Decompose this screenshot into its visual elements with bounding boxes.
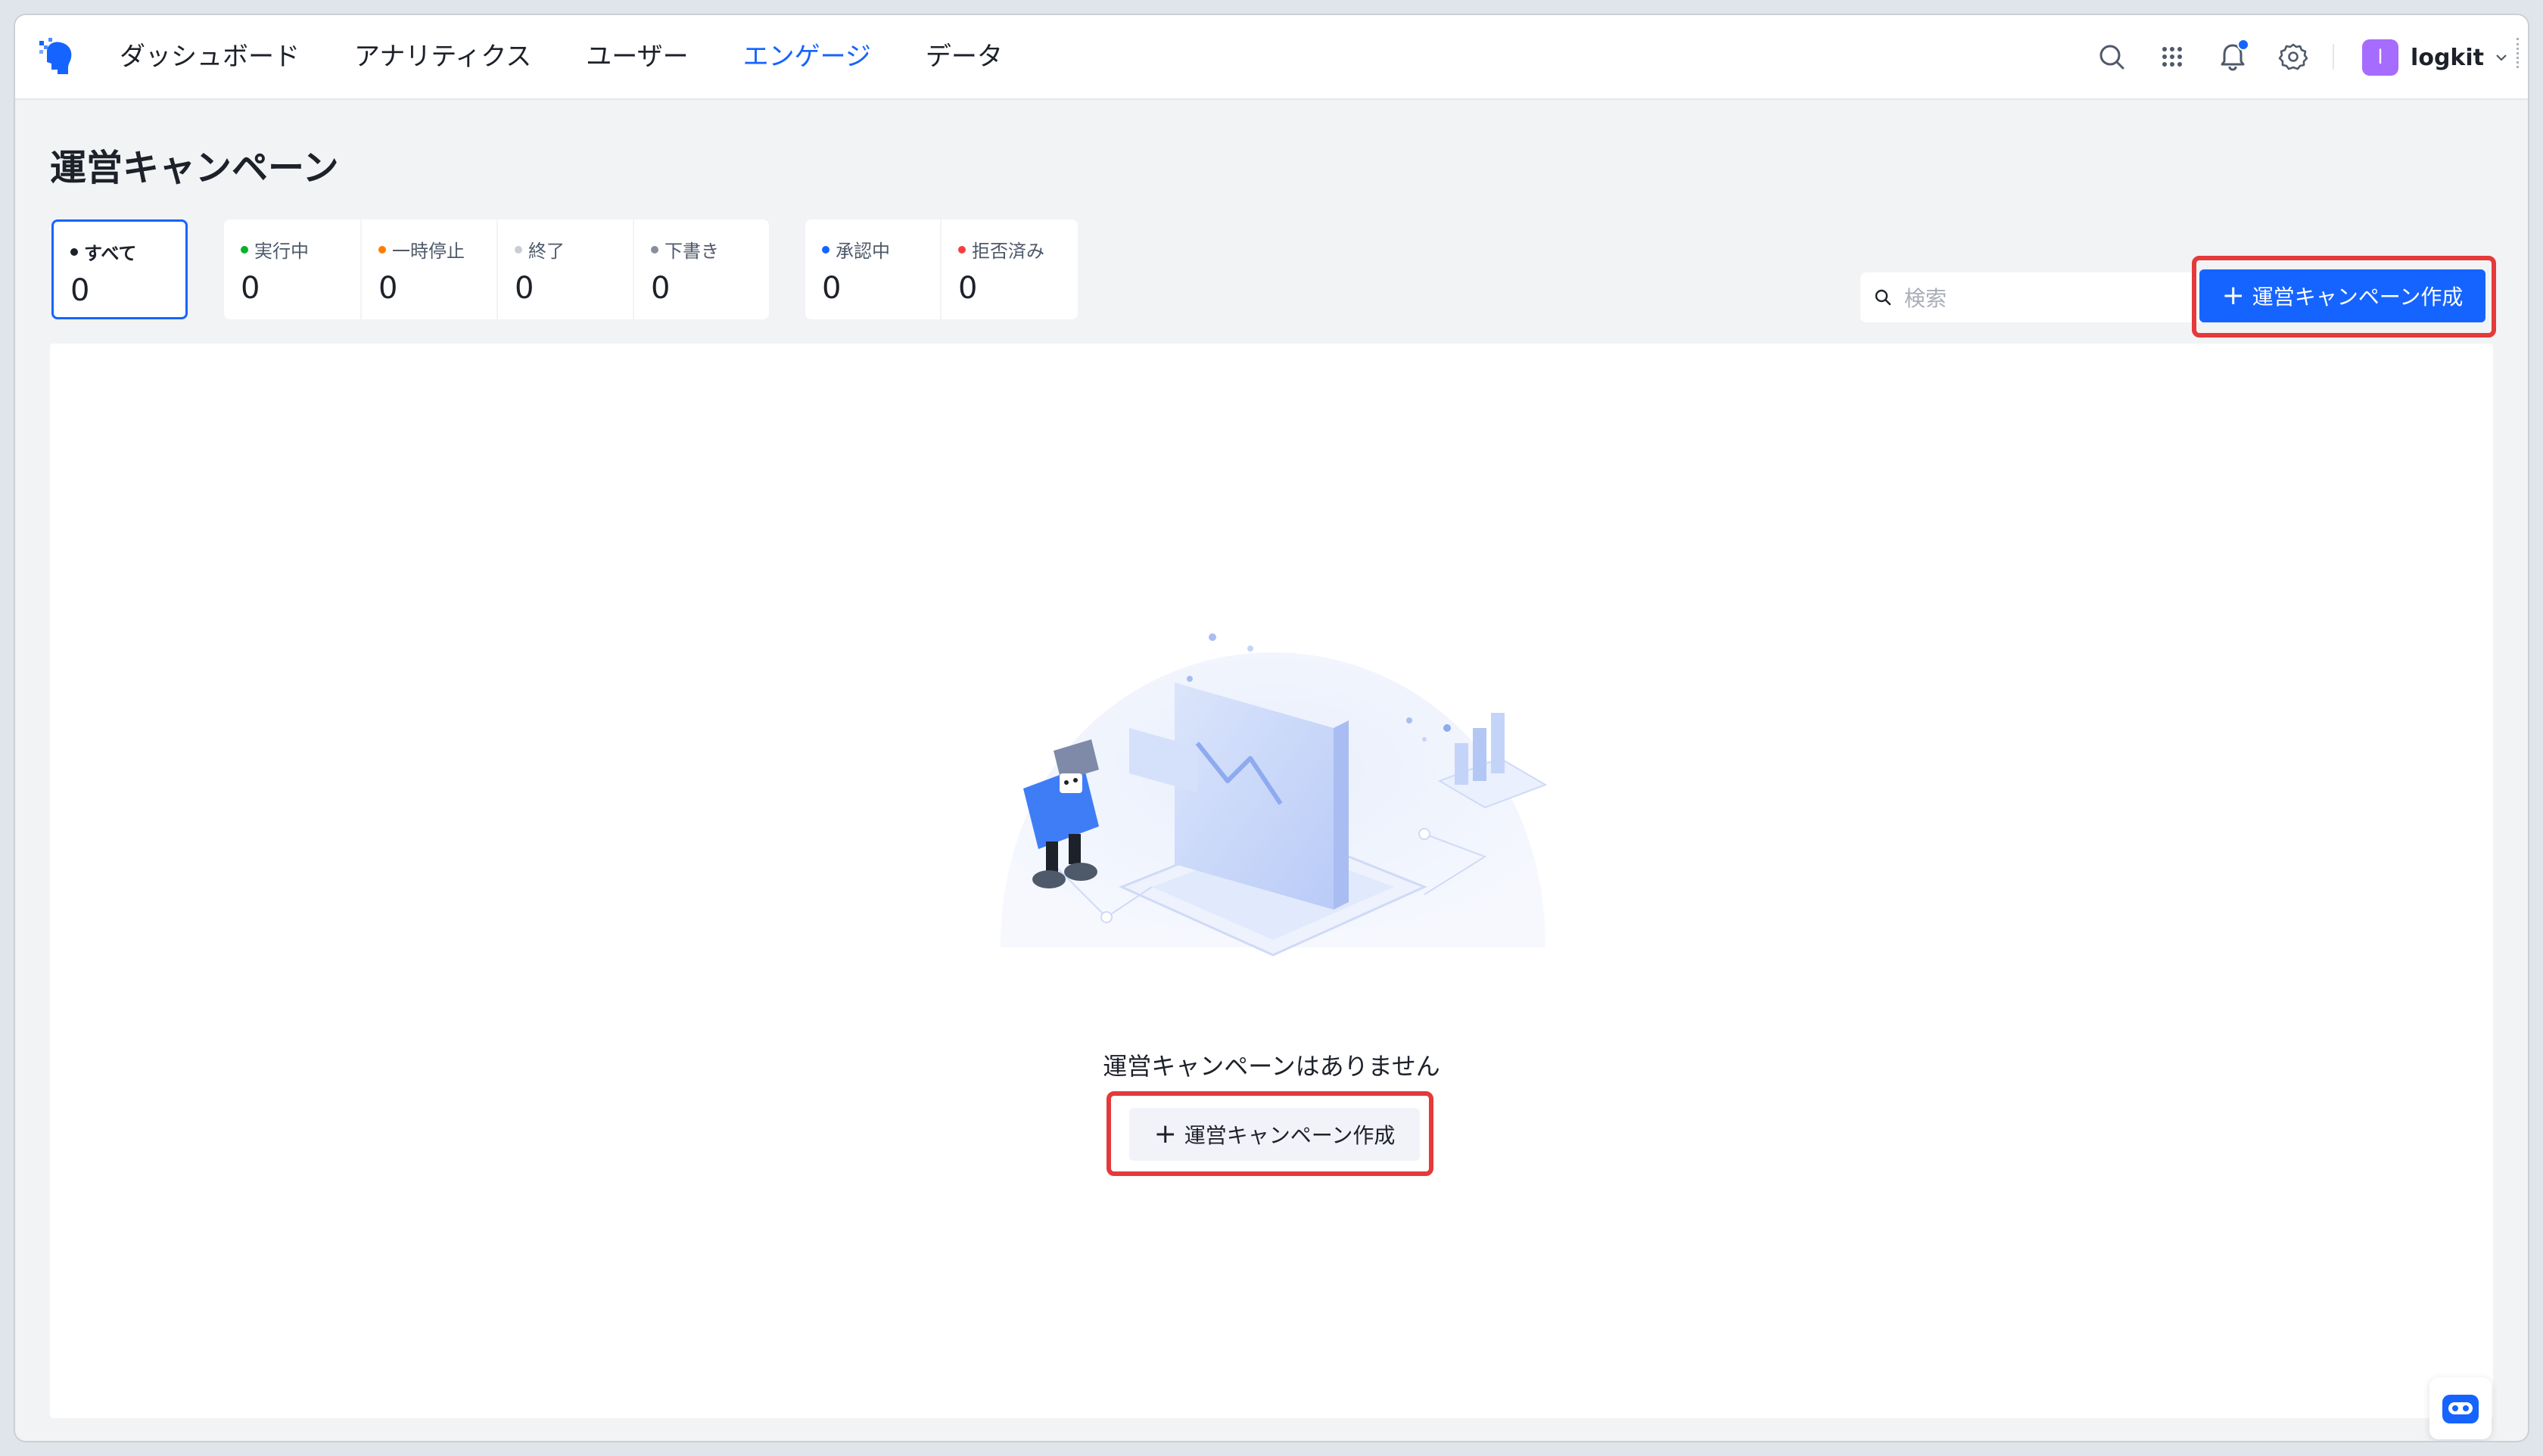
empty-create-campaign-label: 運営キャンペーン作成 (1184, 1123, 1396, 1148)
logo-icon[interactable] (36, 35, 82, 80)
apps-grid-icon[interactable] (2157, 42, 2187, 72)
username: logkit (2411, 44, 2484, 71)
bell-icon[interactable] (2218, 39, 2249, 72)
status-dot (70, 247, 78, 256)
nav-analytics[interactable]: アナリティクス (354, 15, 531, 98)
filter-count: 0 (651, 271, 671, 306)
filter-ended[interactable]: 終了 0 (498, 219, 633, 319)
nav-dashboard[interactable]: ダッシュボード (120, 15, 300, 98)
main-nav: ダッシュボード アナリティクス ユーザー エンゲージ データ (120, 15, 1057, 98)
chatbot-icon (2442, 1395, 2479, 1423)
filter-count: 0 (241, 271, 260, 306)
app-window: ダッシュボード アナリティクス ユーザー エンゲージ データ l logkit … (15, 15, 2528, 1441)
status-dot (378, 245, 386, 254)
campaign-list-panel: 運営キャンペーンはありません + 運営キャンペーン作成 (50, 344, 2493, 1418)
status-dot (822, 245, 830, 254)
nav-data[interactable]: データ (926, 15, 1003, 98)
filter-approving[interactable]: 承認中 0 (805, 219, 940, 319)
filter-all[interactable]: すべて 0 (51, 219, 188, 319)
filter-count: 0 (515, 271, 534, 306)
status-dot (958, 245, 966, 254)
filter-count: 0 (70, 273, 90, 308)
user-menu[interactable]: l logkit (2362, 36, 2510, 79)
filter-label: 承認中 (836, 241, 890, 262)
nav-engage[interactable]: エンゲージ (743, 15, 871, 98)
plus-icon: + (2221, 280, 2245, 311)
nav-users[interactable]: ユーザー (586, 15, 688, 98)
create-campaign-button[interactable]: + 運営キャンペーン作成 (2199, 269, 2485, 322)
gear-icon[interactable] (2278, 42, 2308, 72)
status-dot (515, 245, 522, 254)
filter-rejected[interactable]: 拒否済み 0 (942, 219, 1078, 319)
filter-label: 拒否済み (972, 241, 1044, 262)
search-box (1860, 272, 2208, 322)
avatar: l (2362, 39, 2399, 76)
filter-paused[interactable]: 一時停止 0 (362, 219, 496, 319)
filter-running[interactable]: 実行中 0 (224, 219, 360, 319)
filter-label: 一時停止 (392, 241, 465, 262)
toolbar-divider (2333, 44, 2334, 70)
filter-label: 下書き (665, 241, 719, 262)
filter-count: 0 (378, 271, 398, 306)
window-drag-handle[interactable] (2517, 38, 2525, 68)
empty-state-illustration (1001, 633, 1548, 957)
page-title: 運営キャンペーン (50, 147, 339, 189)
filter-label: 実行中 (254, 241, 309, 262)
toolbar: l logkit (2074, 15, 2528, 98)
filter-label: すべて (84, 243, 137, 264)
create-campaign-label: 運営キャンペーン作成 (2252, 285, 2464, 310)
chat-assistant-button[interactable] (2429, 1377, 2492, 1439)
filter-draft[interactable]: 下書き 0 (634, 219, 769, 319)
empty-state-message: 運営キャンペーンはありません (1103, 1052, 1440, 1081)
search-icon (1875, 289, 1891, 306)
chevron-down-icon (2496, 54, 2507, 61)
status-dot (241, 245, 248, 254)
notification-dot (2237, 39, 2249, 51)
plus-icon: + (1153, 1118, 1177, 1150)
filter-label: 終了 (528, 241, 565, 262)
empty-create-campaign-button[interactable]: + 運営キャンペーン作成 (1129, 1108, 1420, 1161)
filter-count: 0 (822, 271, 842, 306)
status-dot (651, 245, 658, 254)
filter-count: 0 (958, 271, 978, 306)
search-icon[interactable] (2096, 42, 2127, 72)
search-input[interactable] (1903, 278, 2193, 318)
top-navbar: ダッシュボード アナリティクス ユーザー エンゲージ データ l logkit (15, 15, 2528, 100)
